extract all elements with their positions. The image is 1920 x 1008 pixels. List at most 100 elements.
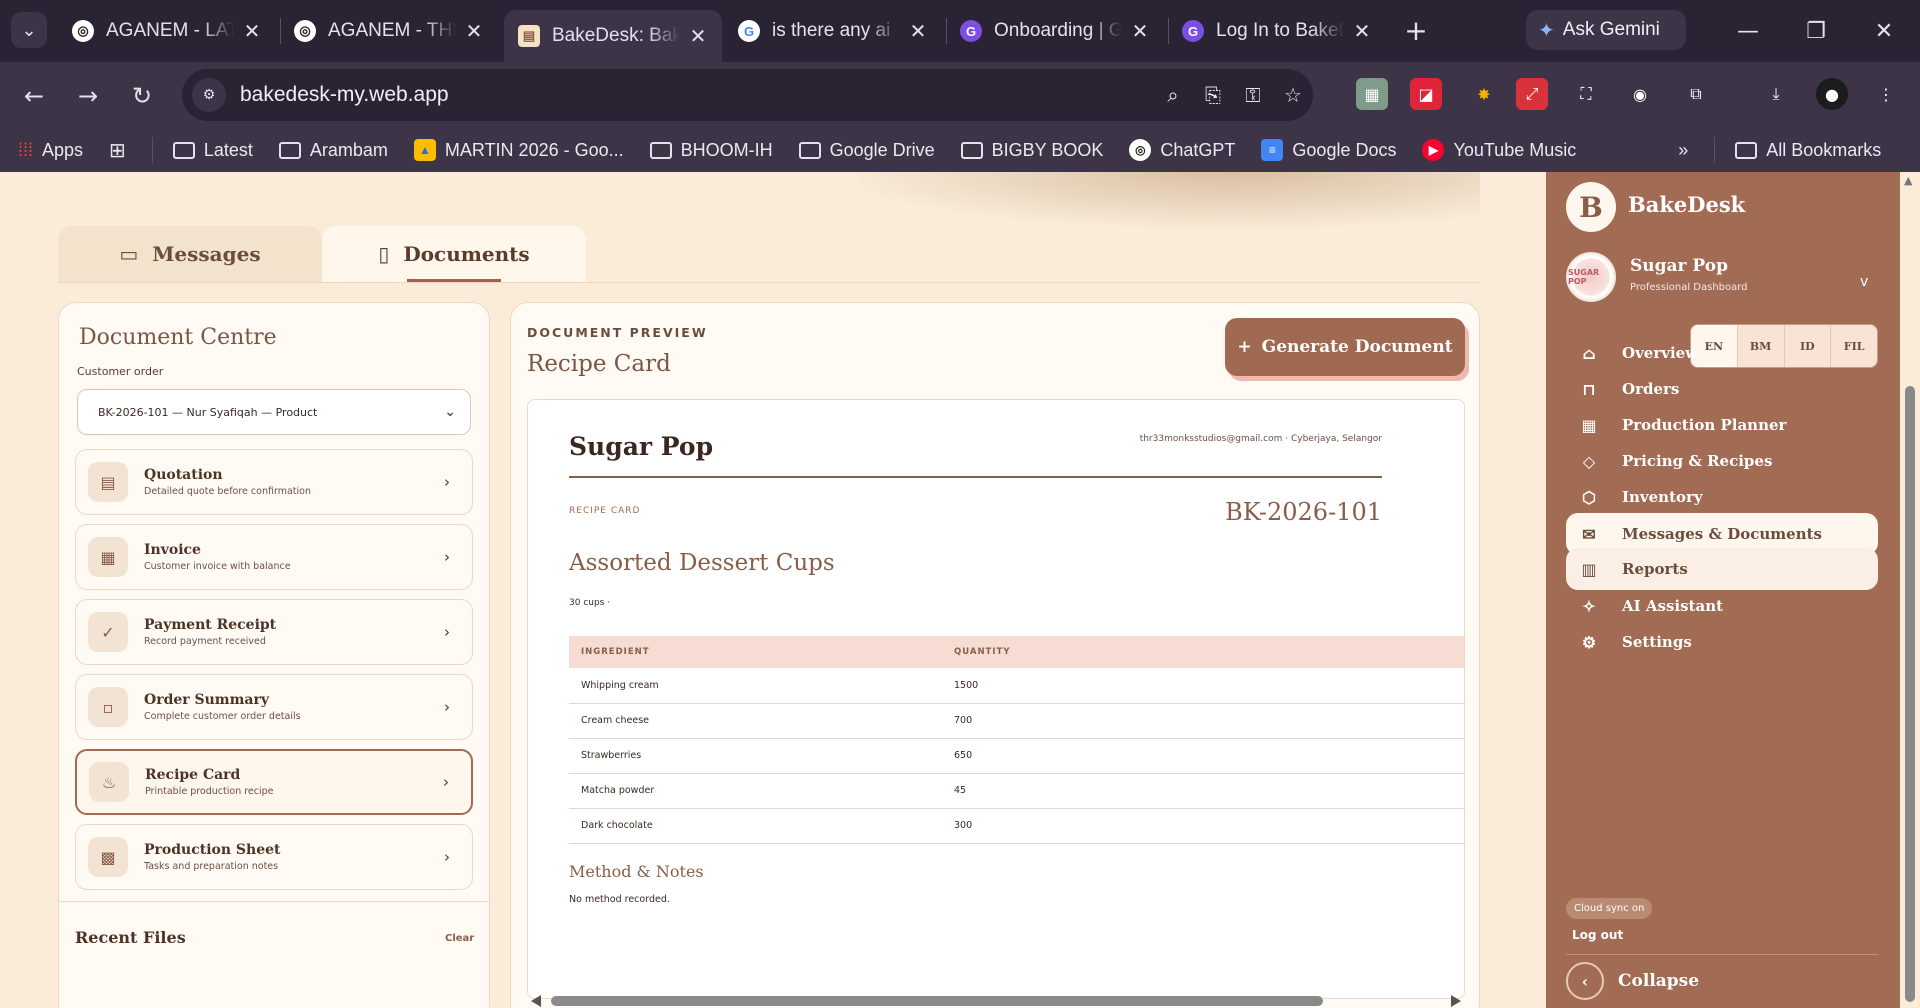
close-icon[interactable]: ✕: [1130, 19, 1150, 44]
tab-label: Documents: [403, 242, 530, 266]
scroll-right-icon[interactable]: [1451, 995, 1461, 1007]
doc-type-quotation[interactable]: ▤ Quotation Detailed quote before confirm…: [75, 449, 473, 515]
zoom-icon[interactable]: ⌕: [1153, 75, 1193, 115]
doc-type-invoice[interactable]: ▦ Invoice Customer invoice with balance ›: [75, 524, 473, 590]
doc-type-order-summary[interactable]: ▫ Order Summary Complete customer order d…: [75, 674, 473, 740]
close-icon[interactable]: ✕: [464, 19, 484, 44]
download-icon[interactable]: ⤓: [1760, 78, 1792, 110]
bookmark-youtube-music[interactable]: ▶ YouTube Music: [1422, 139, 1576, 161]
business-avatar[interactable]: SUGAR POP: [1566, 252, 1616, 302]
sidebar-item-inventory[interactable]: ⬡ Inventory: [1566, 476, 1878, 518]
bookmark-bigby[interactable]: BIGBY BOOK: [960, 140, 1103, 161]
bookmark-star-icon[interactable]: ☆: [1273, 75, 1313, 115]
ask-gemini-button[interactable]: ✦ Ask Gemini: [1526, 10, 1686, 50]
browser-tab-4[interactable]: G is there any ai ✕: [724, 8, 942, 54]
bookmark-google-drive[interactable]: Google Drive: [798, 139, 935, 161]
product-name: Assorted Dessert Cups: [569, 550, 835, 576]
bookmark-martin[interactable]: ▲ MARTIN 2026 - Goo...: [413, 139, 624, 161]
doc-type-desc: Complete customer order details: [144, 711, 301, 722]
all-bookmarks[interactable]: All Bookmarks: [1735, 140, 1881, 161]
tab-messages[interactable]: ▭ Messages: [58, 226, 322, 282]
tab-documents[interactable]: ▯ Documents: [322, 226, 586, 282]
bookmark-chatgpt[interactable]: ◎ ChatGPT: [1129, 139, 1235, 161]
doc-type-payment-receipt[interactable]: ✓ Payment Receipt Record payment received…: [75, 599, 473, 665]
bookmark-bhoom[interactable]: BHOOM-IH: [649, 140, 773, 161]
reload-button[interactable]: ↻: [124, 78, 160, 114]
close-icon[interactable]: ✕: [688, 24, 708, 49]
paper-divider: [569, 476, 1382, 478]
apps-grid-icon: ⁞⁞⁞: [18, 139, 34, 160]
business-switcher-chevron[interactable]: v: [1860, 274, 1868, 290]
bookmark-label: Google Drive: [829, 139, 935, 160]
horizontal-scrollbar[interactable]: [527, 991, 1465, 1008]
close-icon[interactable]: ✕: [242, 19, 262, 44]
tab-label: Messages: [152, 242, 261, 266]
sidebar-item-reports[interactable]: ▥ Reports: [1566, 548, 1878, 590]
extension-icon[interactable]: ◪: [1410, 78, 1442, 110]
browser-tabstrip: ⌄ ◎ AGANEM - LATEST ✕ ◎ AGANEM - THE ✕ ▤…: [0, 0, 1920, 62]
mail-icon: ✉: [1582, 524, 1596, 544]
browser-tab-3[interactable]: ▤ BakeDesk: Bakery ✕: [504, 10, 722, 62]
extension-icon[interactable]: ⤢: [1516, 78, 1548, 110]
scrollbar-thumb[interactable]: [1905, 386, 1915, 1002]
bookmark-apps[interactable]: ⁞⁞⁞ Apps: [18, 140, 83, 161]
key-icon[interactable]: ⚿: [1233, 75, 1273, 115]
close-window-button[interactable]: ✕: [1866, 14, 1902, 48]
extension-warning-icon[interactable]: ✸: [1468, 78, 1500, 110]
close-icon[interactable]: ✕: [908, 19, 928, 44]
tab-groups-button[interactable]: ⊞: [109, 138, 126, 163]
site-info-icon[interactable]: ⚙: [192, 78, 226, 112]
screenshot-extension-icon[interactable]: ⛶: [1570, 78, 1602, 110]
logout-link[interactable]: Log out: [1572, 928, 1623, 942]
restore-button[interactable]: ❐: [1798, 14, 1834, 48]
minimize-button[interactable]: —: [1730, 14, 1766, 48]
chevron-down-icon: ⌄: [21, 19, 37, 41]
gemini-icon: ✦: [1538, 19, 1555, 42]
paper-kicker: RECIPE CARD: [569, 506, 641, 516]
sidebar-item-settings[interactable]: ⚙ Settings: [1566, 621, 1878, 663]
bookmark-google-docs[interactable]: ≡ Google Docs: [1261, 139, 1396, 161]
browser-tab-2[interactable]: ◎ AGANEM - THE ✕: [280, 8, 498, 54]
ingredient-name: Whipping cream: [569, 668, 942, 704]
browser-tab-6[interactable]: G Log In to BakeDesk ✕: [1168, 8, 1386, 54]
doc-type-name: Production Sheet: [144, 842, 281, 858]
profile-avatar[interactable]: ●: [1816, 78, 1848, 110]
forward-button[interactable]: →: [70, 78, 106, 114]
back-button[interactable]: ←: [16, 78, 52, 114]
bookmarks-overflow-button[interactable]: »: [1678, 140, 1688, 161]
ingredient-name: Dark chocolate: [569, 808, 942, 844]
clear-recent-button[interactable]: Clear: [445, 933, 474, 944]
scroll-left-icon[interactable]: [531, 995, 541, 1007]
customer-order-select[interactable]: BK-2026-101 — Nur Syafiqah — Product ⌄: [77, 389, 471, 435]
generate-document-button[interactable]: + Generate Document: [1225, 318, 1465, 376]
browser-tab-5[interactable]: G Onboarding | G ✕: [946, 8, 1164, 54]
collapse-sidebar-button[interactable]: ‹ Collapse: [1566, 962, 1699, 1000]
scroll-up-icon[interactable]: ▲: [1904, 174, 1912, 187]
folder-icon: [278, 141, 301, 159]
install-app-icon[interactable]: ⎘: [1193, 75, 1233, 115]
vertical-scrollbar[interactable]: ▲: [1900, 172, 1920, 1008]
doc-type-production-sheet[interactable]: ▩ Production Sheet Tasks and preparation …: [75, 824, 473, 890]
url-text[interactable]: bakedesk-my.web.app: [240, 83, 1153, 107]
extensions-puzzle-icon[interactable]: ⧉: [1680, 78, 1712, 110]
order-summary-icon: ▫: [88, 687, 128, 727]
production-sheet-icon: ▩: [88, 837, 128, 877]
grid-icon: ⊞: [109, 139, 126, 162]
business-name[interactable]: Sugar Pop: [1630, 256, 1728, 276]
table-row: Strawberries 650: [569, 738, 1464, 774]
bookmark-latest[interactable]: Latest: [172, 140, 253, 161]
close-icon[interactable]: ✕: [1352, 19, 1372, 44]
order-reference: BK-2026-101: [1225, 498, 1382, 526]
scrollbar-thumb[interactable]: [551, 996, 1323, 1006]
bakedesk-page: ▭ Messages ▯ Documents Document Centre C…: [0, 172, 1920, 1008]
doc-type-recipe-card[interactable]: ♨ Recipe Card Printable production recipe…: [75, 749, 473, 815]
new-tab-button[interactable]: +: [1398, 12, 1434, 48]
chevron-right-icon: ›: [444, 473, 450, 491]
more-menu-icon[interactable]: ⋮: [1870, 78, 1902, 110]
address-bar[interactable]: ⚙ bakedesk-my.web.app ⌕ ⎘ ⚿ ☆: [182, 69, 1313, 121]
browser-tab-1[interactable]: ◎ AGANEM - LATEST ✕: [58, 8, 276, 54]
extension-icon[interactable]: ▦: [1356, 78, 1388, 110]
tab-search-button[interactable]: ⌄: [11, 12, 47, 48]
bookmark-arambam[interactable]: Arambam: [278, 140, 388, 161]
extension-icon[interactable]: ◉: [1624, 78, 1656, 110]
